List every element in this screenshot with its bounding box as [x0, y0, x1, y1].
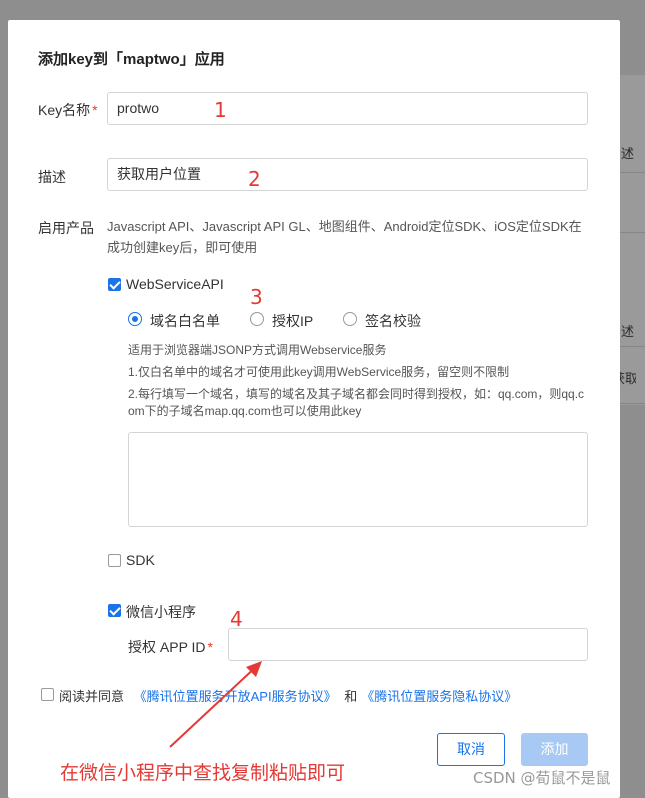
- watermark: CSDN @荀鼠不是鼠: [473, 769, 611, 787]
- appid-label-text: 授权 APP ID: [128, 639, 206, 655]
- annotation-number: 2: [248, 167, 261, 191]
- products-note: Javascript API、Javascript API GL、地图组件、An…: [107, 219, 582, 255]
- radio-domain-whitelist[interactable]: [128, 312, 142, 326]
- background-text: 述: [621, 146, 635, 161]
- agreement-text: 阅读并同意 《腾讯位置服务开放API服务协议》 和《腾讯位置服务隐私协议》: [59, 686, 517, 705]
- radio-authorized-ip[interactable]: [250, 312, 264, 326]
- annotation-number: 4: [230, 607, 243, 631]
- background-panel: [620, 75, 645, 405]
- annotation-number: 3: [250, 285, 263, 309]
- webservice-help-line: 适用于浏览器端JSONP方式调用Webservice服务: [128, 343, 387, 357]
- agreement-conj: 和: [344, 689, 358, 704]
- background-divider: [620, 232, 645, 233]
- appid-label: 授权 APP ID *: [128, 637, 213, 657]
- key-name-input[interactable]: protwo: [107, 92, 588, 125]
- privacy-agreement-link[interactable]: 《腾讯位置服务隐私协议》: [361, 689, 517, 704]
- background-text: 述: [621, 324, 635, 339]
- miniprogram-checkbox[interactable]: [108, 604, 121, 617]
- required-mark: *: [92, 102, 98, 118]
- annotation-hint: 在微信小程序中查找复制粘贴即可: [60, 762, 346, 784]
- webservice-checkbox[interactable]: [108, 278, 121, 291]
- webservice-help-line: 1.仅白名单中的域名才可使用此key调用WebService服务，留空则不限制: [128, 365, 510, 379]
- radio-signature-check-label[interactable]: 签名校验: [365, 311, 421, 331]
- sdk-label[interactable]: SDK: [126, 552, 155, 568]
- annotation-number: 1: [214, 98, 227, 122]
- radio-signature-check[interactable]: [343, 312, 357, 326]
- agreement-prefix: 阅读并同意: [59, 689, 125, 704]
- webservice-help-line: om下的子域名map.qq.com也可以使用此key: [128, 404, 362, 418]
- background-divider: [620, 172, 645, 173]
- add-key-dialog: 添加key到「maptwo」应用 Key名称 * protwo 描述 获取用户位置…: [8, 20, 620, 798]
- add-button[interactable]: 添加: [521, 733, 588, 766]
- description-input[interactable]: 获取用户位置: [107, 158, 588, 191]
- miniprogram-label[interactable]: 微信小程序: [126, 602, 196, 622]
- key-name-label: Key名称 *: [38, 100, 98, 120]
- sdk-checkbox[interactable]: [108, 554, 121, 567]
- key-name-label-text: Key名称: [38, 102, 91, 118]
- radio-domain-whitelist-label[interactable]: 域名白名单: [150, 311, 220, 331]
- agreement-checkbox[interactable]: [41, 688, 54, 701]
- domain-whitelist-textarea[interactable]: [128, 432, 588, 527]
- webservice-label[interactable]: WebServiceAPI: [126, 276, 224, 292]
- products-label: 启用产品: [38, 220, 94, 236]
- cancel-button[interactable]: 取消: [437, 733, 505, 766]
- description-label: 描述: [38, 169, 66, 185]
- dialog-title: 添加key到「maptwo」应用: [38, 51, 225, 68]
- background-divider: [620, 403, 645, 404]
- appid-input[interactable]: [228, 628, 588, 661]
- radio-authorized-ip-label[interactable]: 授权IP: [272, 311, 313, 331]
- background-divider: [620, 346, 645, 347]
- required-mark: *: [207, 639, 213, 655]
- annotation-arrow-icon: [169, 661, 262, 748]
